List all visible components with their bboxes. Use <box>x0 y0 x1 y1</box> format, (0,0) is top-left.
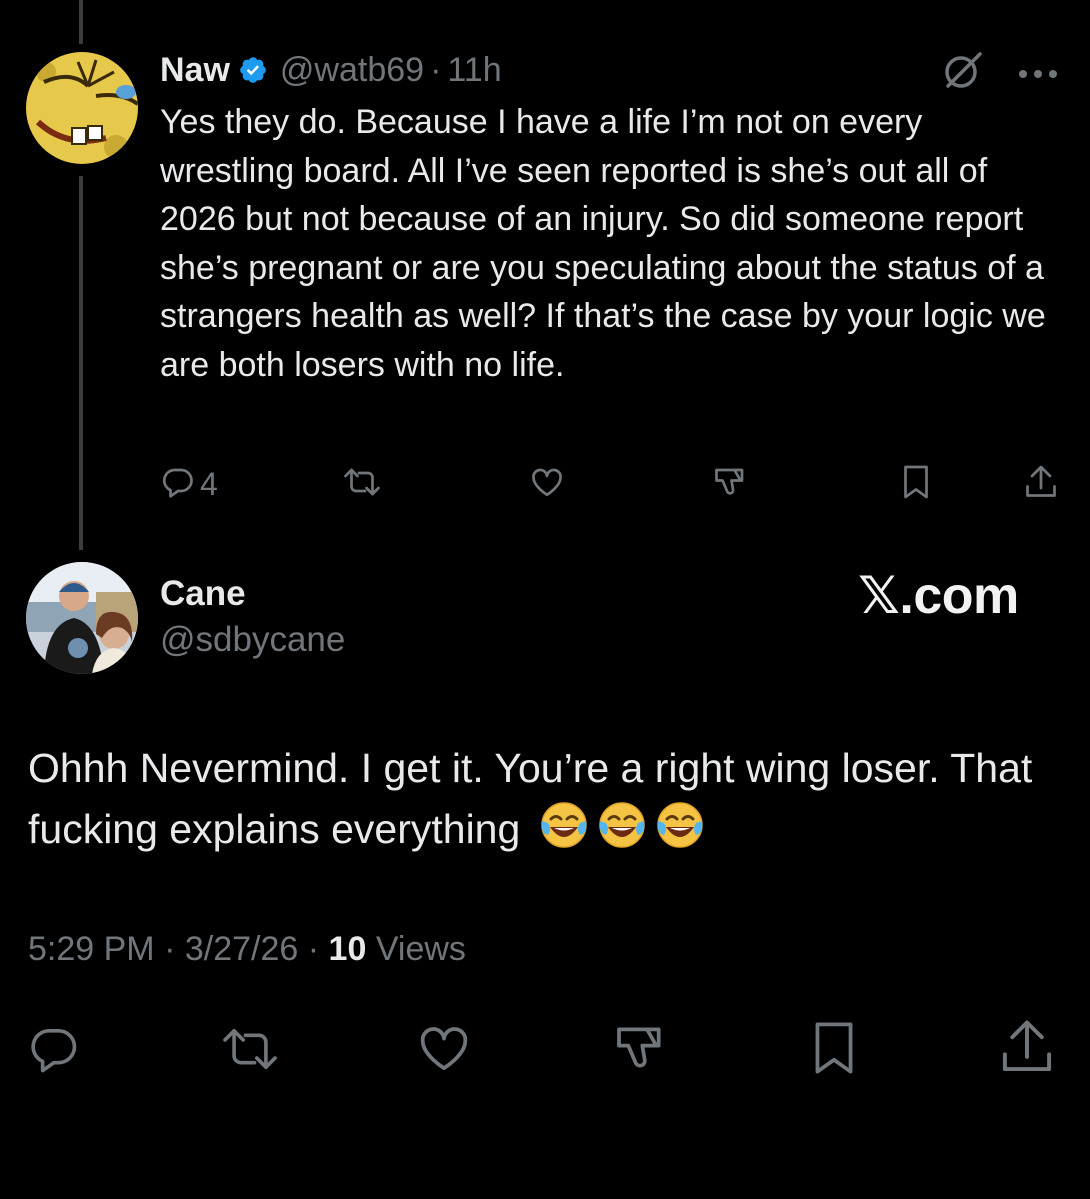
main-share-button[interactable] <box>1000 1020 1054 1079</box>
reply-dislike-button[interactable] <box>712 464 748 505</box>
verified-badge-icon <box>238 55 268 85</box>
tears-of-joy-emoji-2 <box>598 802 645 848</box>
reply-bookmark-button[interactable] <box>900 464 932 505</box>
dislike-icon <box>612 1022 668 1079</box>
tweet-date[interactable]: 3/27/26 <box>185 930 298 968</box>
main-reply-button[interactable] <box>26 1024 82 1079</box>
reply-timestamp[interactable]: 11h <box>447 51 501 90</box>
views-label: Views <box>375 930 466 968</box>
main-text-content: Ohhh Nevermind. I get it. You’re a right… <box>28 745 1033 852</box>
meta-separator-2: · <box>307 930 320 968</box>
more-icon[interactable] <box>1018 66 1058 84</box>
reply-separator: · <box>430 50 442 89</box>
main-avatar[interactable] <box>26 562 138 674</box>
bookmark-icon <box>810 1022 858 1079</box>
reply-header: Naw @watb69 · 11h <box>160 48 502 92</box>
main-text: Ohhh Nevermind. I get it. You’re a right… <box>28 738 1068 860</box>
reply-icon <box>26 1024 82 1079</box>
tears-of-joy-emoji-3 <box>656 802 703 848</box>
like-icon <box>414 1022 474 1079</box>
share-icon <box>1000 1020 1054 1079</box>
main-author-name[interactable]: Cane <box>160 574 246 614</box>
tears-of-joy-emoji-1 <box>540 802 587 848</box>
views-count: 10 <box>328 930 367 968</box>
share-icon <box>1024 464 1058 505</box>
thread-line-bottom <box>79 176 83 550</box>
bookmark-icon <box>900 464 932 505</box>
main-dislike-button[interactable] <box>612 1022 668 1079</box>
watermark: 𝕏.com <box>858 567 1019 625</box>
reply-author-handle[interactable]: @watb69 <box>280 51 424 90</box>
repost-icon <box>342 464 382 505</box>
like-icon <box>528 464 566 505</box>
reply-reply-count: 4 <box>200 466 218 502</box>
main-like-button[interactable] <box>414 1022 474 1079</box>
main-author-handle[interactable]: @sdbycane <box>160 620 345 660</box>
tweet-metadata: 5:29 PM · 3/27/26 · 10 Views <box>28 930 466 969</box>
grok-icon[interactable] <box>942 50 984 97</box>
reply-share-button[interactable] <box>1024 464 1058 505</box>
reply-like-button[interactable] <box>528 464 566 505</box>
reply-text: Yes they do. Because I have a life I’m n… <box>160 103 1046 384</box>
reply-icon <box>160 464 196 505</box>
tweet-time[interactable]: 5:29 PM <box>28 930 155 968</box>
meta-separator-1: · <box>164 930 176 968</box>
dislike-icon <box>712 464 748 505</box>
main-bookmark-button[interactable] <box>810 1022 858 1079</box>
emoji-group <box>538 799 712 851</box>
repost-icon <box>218 1024 282 1079</box>
main-repost-button[interactable] <box>218 1024 282 1079</box>
reply-repost-button[interactable] <box>342 464 382 505</box>
reply-avatar[interactable] <box>26 52 138 164</box>
reply-author-name[interactable]: Naw <box>160 51 230 90</box>
reply-reply-button[interactable]: 4 <box>160 464 218 505</box>
thread-line-top <box>79 0 83 44</box>
